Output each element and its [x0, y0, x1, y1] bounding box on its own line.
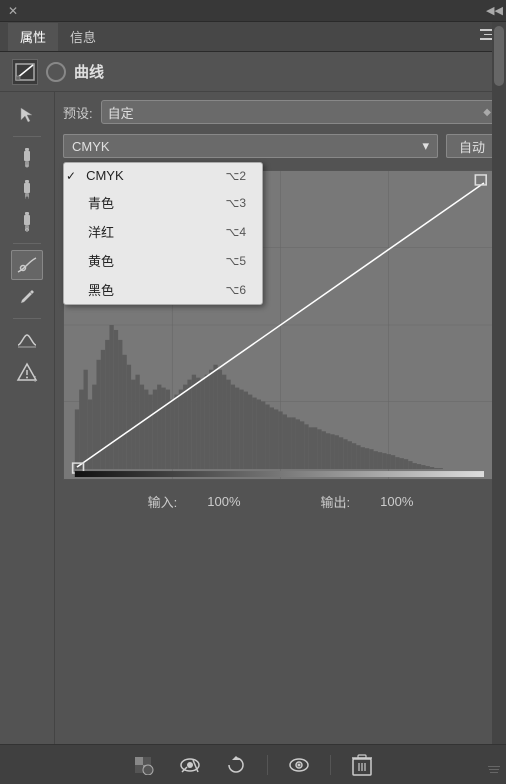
collapse-button[interactable]: ◀◀ — [486, 4, 500, 18]
preset-select[interactable]: 自定 ◆ — [101, 100, 498, 124]
content-area: ! 预设: 自定 ◆ CMYK ▾ CMYK — [0, 92, 506, 772]
eyedropper-tool-2[interactable] — [11, 175, 43, 205]
preset-arrow: ◆ — [483, 107, 491, 118]
preset-value: 自定 — [108, 103, 134, 122]
resize-handle — [486, 766, 502, 780]
output-value: 100% — [380, 494, 413, 509]
dropdown-item-black-label: 黑色 — [88, 280, 114, 299]
curves-icon — [12, 59, 38, 85]
scrollbar-right[interactable] — [492, 22, 506, 744]
input-label: 输入: — [148, 492, 178, 511]
auto-button[interactable]: 自动 — [446, 134, 498, 158]
layer-icon — [46, 62, 66, 82]
smooth-tool[interactable] — [11, 325, 43, 355]
channel-row: CMYK ▾ CMYK ⌥2 青色 ⌥3 洋红 ⌥4 — [63, 134, 498, 158]
scrollbar-thumb[interactable] — [494, 26, 504, 86]
mask-button[interactable] — [129, 752, 159, 778]
eyedropper-tool-1[interactable] — [11, 143, 43, 173]
bottom-separator — [267, 755, 268, 775]
curve-tool[interactable] — [11, 250, 43, 280]
dropdown-item-yellow[interactable]: 黄色 ⌥5 — [64, 246, 262, 275]
tab-info[interactable]: 信息 — [58, 23, 108, 51]
output-label: 输出: — [321, 492, 351, 511]
dropdown-item-yellow-label: 黄色 — [88, 251, 114, 270]
close-button[interactable]: ✕ — [6, 4, 20, 18]
preset-row: 预设: 自定 ◆ — [63, 100, 498, 124]
dropdown-item-cyan[interactable]: 青色 ⌥3 — [64, 188, 262, 217]
dropdown-item-black-shortcut: ⌥6 — [225, 283, 246, 297]
pencil-tool[interactable] — [11, 282, 43, 312]
dropdown-item-cyan-label: 青色 — [88, 193, 114, 212]
tool-separator-1 — [13, 136, 41, 137]
bottom-toolbar — [0, 744, 506, 784]
dropdown-item-cmyk[interactable]: CMYK ⌥2 — [64, 163, 262, 188]
warning-tool[interactable]: ! — [11, 357, 43, 387]
pointer-tool[interactable] — [11, 100, 43, 130]
channel-dropdown[interactable]: CMYK ▾ — [63, 134, 438, 158]
reset-button[interactable] — [221, 752, 251, 778]
dropdown-item-cyan-shortcut: ⌥3 — [225, 196, 246, 210]
dropdown-item-magenta-shortcut: ⌥4 — [225, 225, 246, 239]
delete-button[interactable] — [347, 752, 377, 778]
dropdown-item-yellow-shortcut: ⌥5 — [225, 254, 246, 268]
channel-value: CMYK — [72, 139, 110, 154]
main-area: 预设: 自定 ◆ CMYK ▾ CMYK ⌥2 — [55, 92, 506, 772]
io-row: 输入: 100% 输出: 100% — [63, 488, 498, 515]
tool-separator-2 — [13, 243, 41, 244]
dropdown-item-magenta-label: 洋红 — [88, 222, 114, 241]
preset-label: 预设: — [63, 103, 93, 122]
eyedropper-tool-3[interactable] — [11, 207, 43, 237]
section-title: 曲线 — [74, 61, 104, 82]
title-bar-left: ✕ — [6, 4, 20, 18]
input-value: 100% — [207, 494, 240, 509]
tab-properties[interactable]: 属性 — [8, 23, 58, 51]
bottom-separator-2 — [330, 755, 331, 775]
tools-sidebar: ! — [0, 92, 55, 772]
channel-arrow: ▾ — [422, 138, 429, 154]
tool-separator-3 — [13, 318, 41, 319]
tabs-row: 属性 信息 — [0, 22, 506, 52]
dropdown-item-cmyk-label: CMYK — [86, 168, 124, 183]
visibility-button[interactable] — [175, 752, 205, 778]
channel-dropdown-menu: CMYK ⌥2 青色 ⌥3 洋红 ⌥4 黄色 ⌥5 — [63, 162, 263, 305]
dropdown-item-cmyk-shortcut: ⌥2 — [225, 169, 246, 183]
channel-wrapper: CMYK ▾ CMYK ⌥2 青色 ⌥3 洋红 ⌥4 — [63, 134, 438, 158]
dropdown-item-black[interactable]: 黑色 ⌥6 — [64, 275, 262, 304]
section-header: 曲线 — [0, 52, 506, 92]
svg-text:!: ! — [34, 375, 36, 382]
eye-button[interactable] — [284, 752, 314, 778]
title-bar: ✕ ◀◀ — [0, 0, 506, 22]
dropdown-item-magenta[interactable]: 洋红 ⌥4 — [64, 217, 262, 246]
